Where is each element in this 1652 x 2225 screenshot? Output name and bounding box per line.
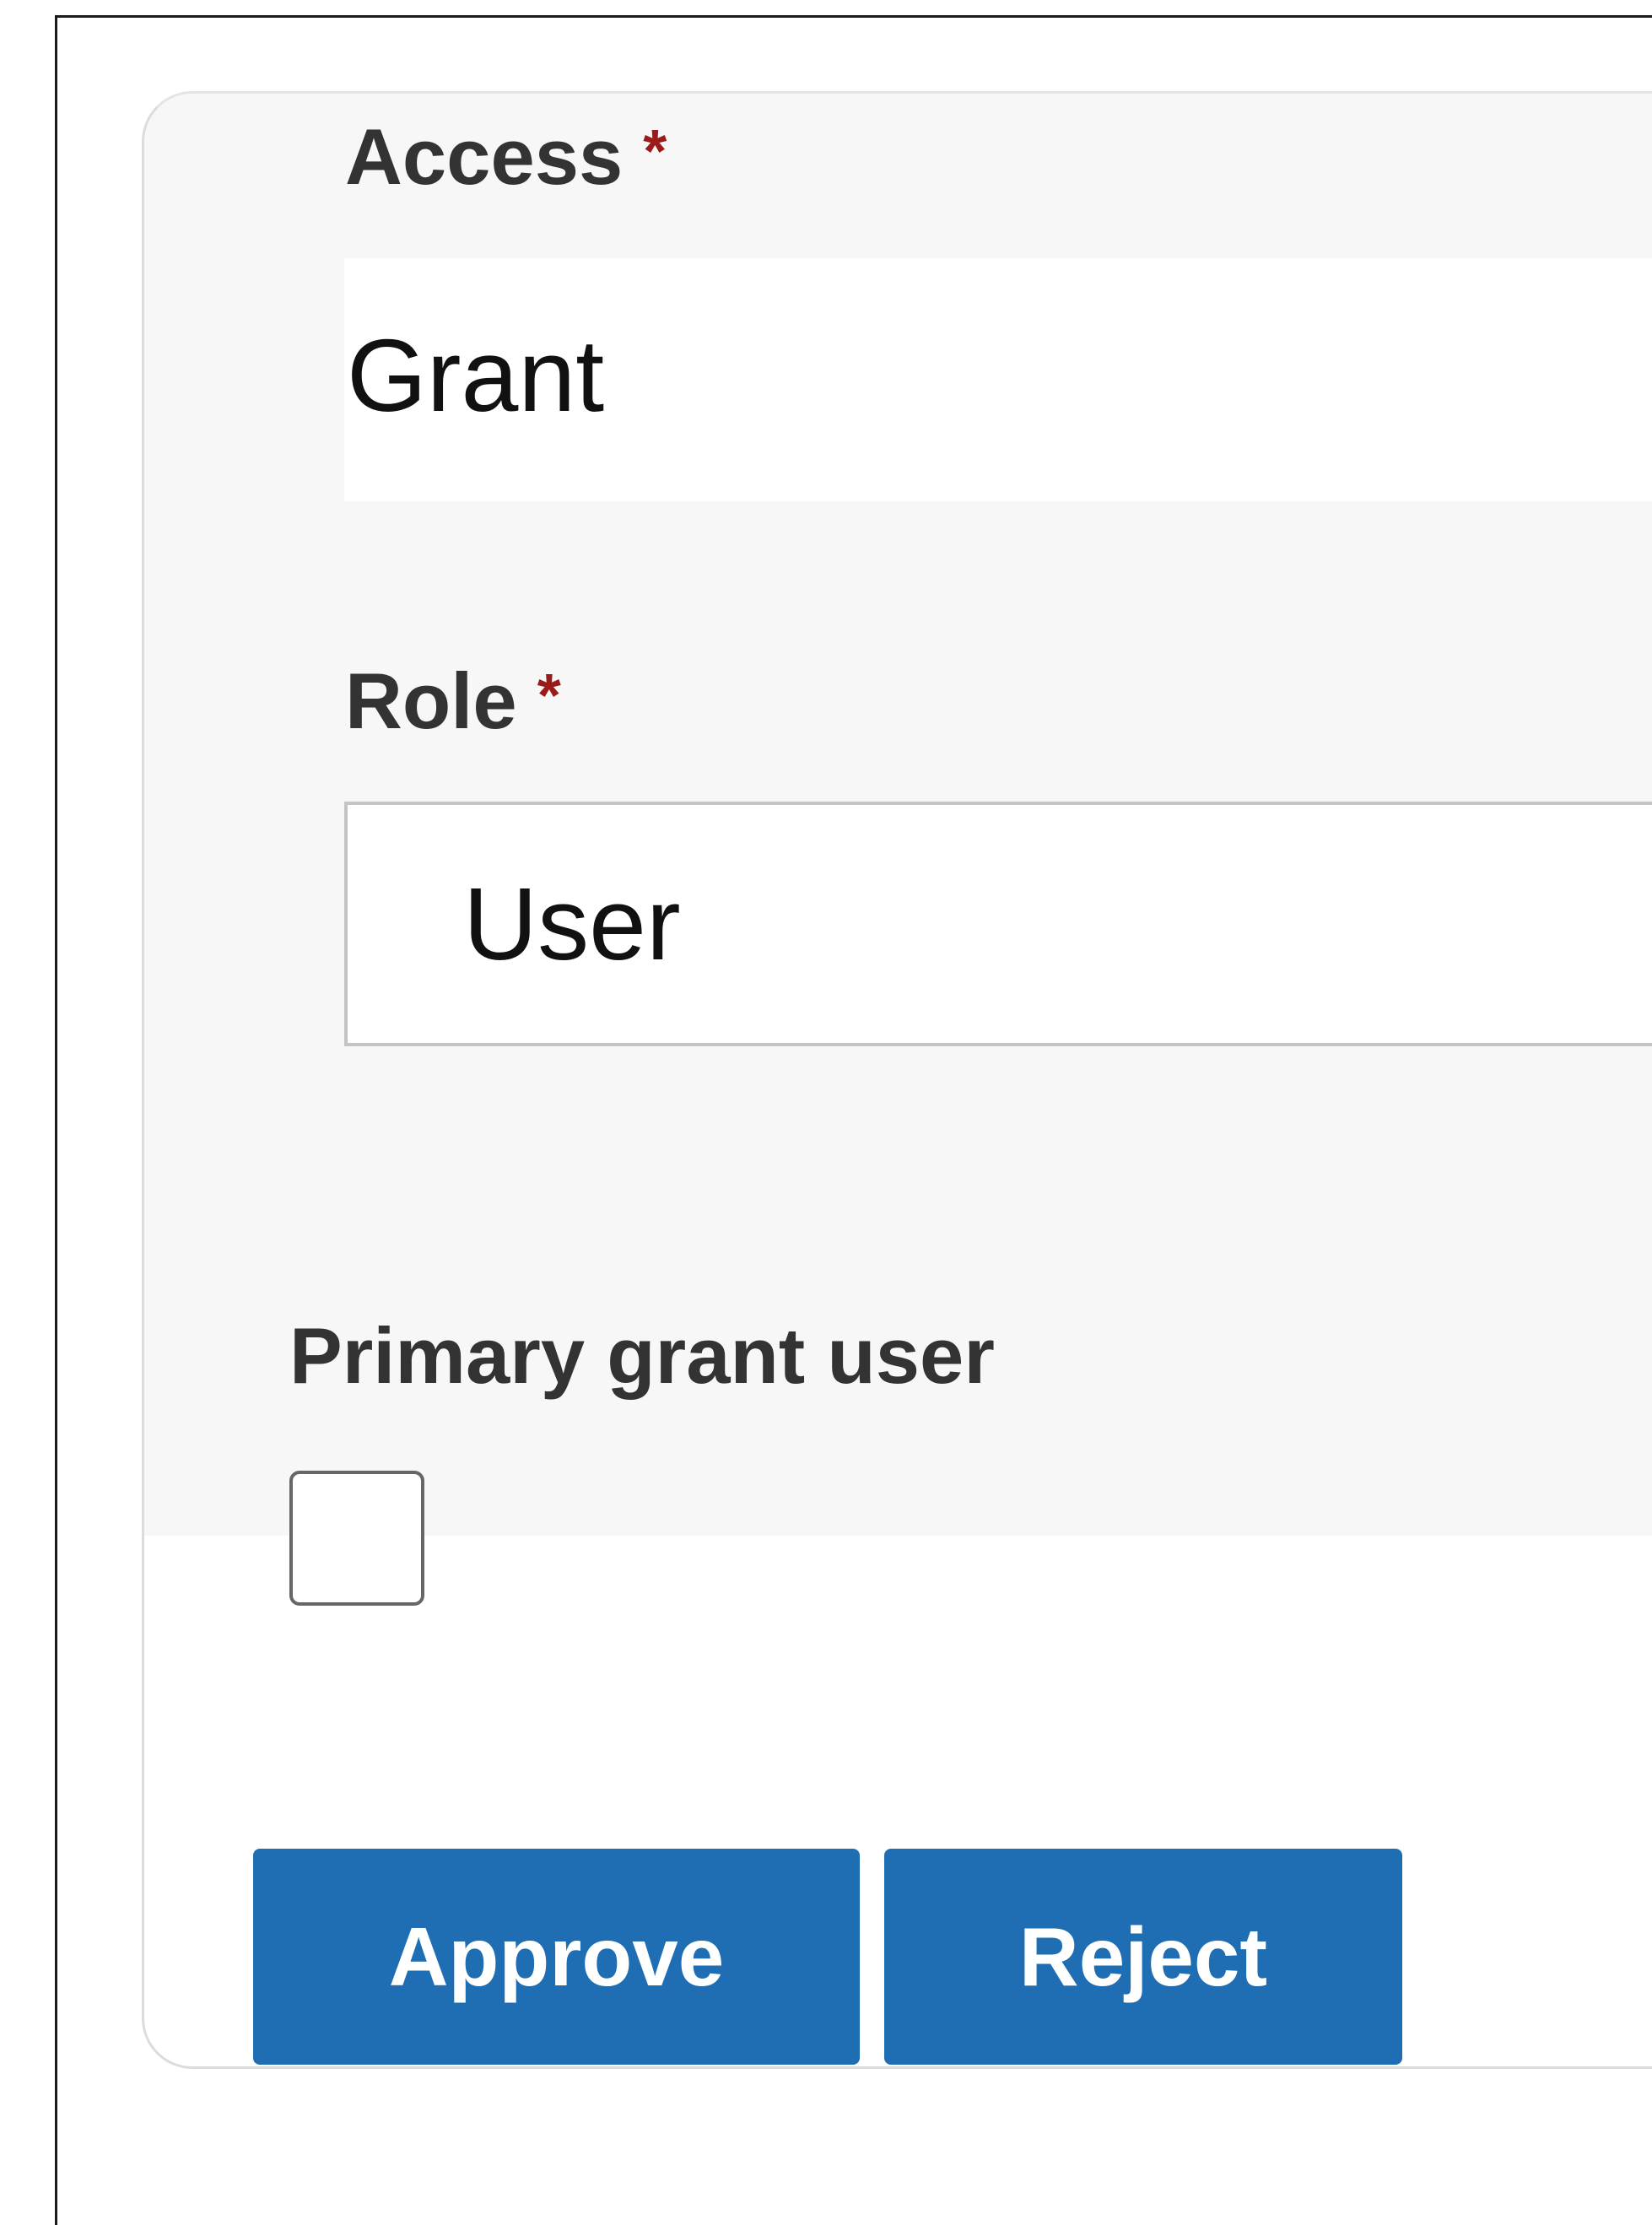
primary-grant-user-label: Primary grant user bbox=[289, 1311, 995, 1400]
reject-button[interactable]: Reject bbox=[884, 1849, 1402, 2065]
access-label-text: Access bbox=[345, 112, 624, 201]
role-required-star: * bbox=[537, 662, 561, 730]
role-selected-value: User bbox=[463, 867, 681, 981]
primary-grant-user-checkbox[interactable] bbox=[289, 1471, 424, 1606]
request-form-card: Access * Grant Role * User Primary grant u… bbox=[142, 91, 1652, 2069]
access-label: Access * bbox=[345, 117, 667, 197]
access-field: Grant bbox=[344, 258, 1652, 501]
role-label-text: Role bbox=[345, 656, 517, 745]
role-select[interactable]: User bbox=[344, 802, 1652, 1046]
role-label: Role * bbox=[345, 662, 561, 741]
access-value: Grant bbox=[347, 318, 605, 433]
approve-button[interactable]: Approve bbox=[253, 1849, 860, 2065]
access-required-star: * bbox=[643, 118, 667, 186]
